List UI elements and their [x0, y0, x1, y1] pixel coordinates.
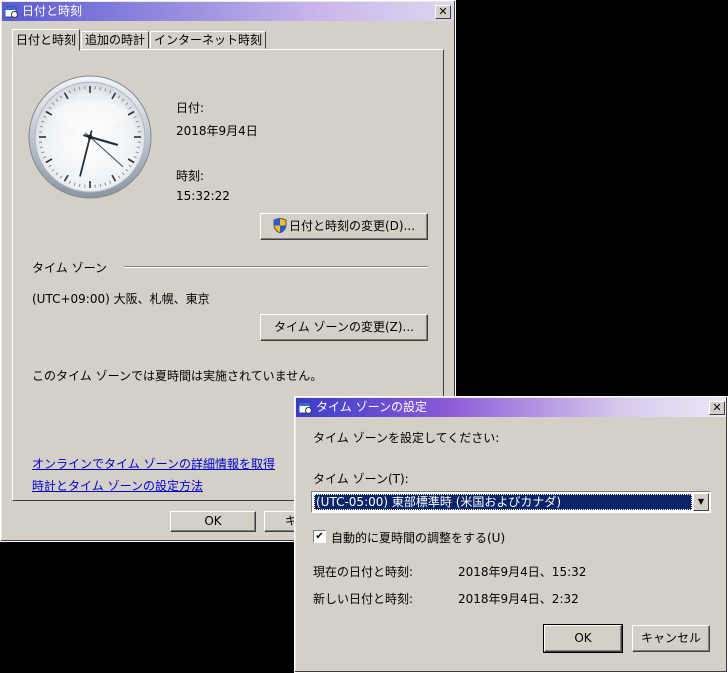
chevron-down-icon: ▼: [697, 497, 705, 506]
current-datetime-label: 現在の日付と時刻:: [313, 565, 414, 579]
window-title: 日付と時刻: [22, 4, 83, 18]
time-value: 15:32:22: [176, 189, 230, 203]
section-divider: [124, 266, 428, 268]
timezone-dialog: タイム ゾーンの設定 ✕ タイム ゾーンを設定してください: タイム ゾーン(T…: [294, 396, 728, 673]
tab-label: 日付と時刻: [16, 33, 77, 47]
timezone-section-label: タイム ゾーン: [32, 261, 107, 275]
dialog-title-bar[interactable]: タイム ゾーンの設定 ✕: [296, 398, 726, 417]
tab-additional-clocks[interactable]: 追加の時計: [81, 31, 150, 49]
calendar-clock-icon: [299, 402, 312, 414]
dialog-cancel-button[interactable]: キャンセル: [632, 625, 710, 652]
ok-label: OK: [574, 631, 592, 645]
close-button[interactable]: ✕: [435, 5, 451, 19]
calendar-clock-icon: [5, 6, 18, 18]
change-datetime-button[interactable]: 日付と時刻の変更(D)...: [260, 213, 428, 240]
tab-internet-time[interactable]: インターネット時刻: [150, 31, 267, 49]
close-icon: ✕: [438, 5, 448, 18]
tab-label: 追加の時計: [85, 33, 146, 47]
dst-checkbox[interactable]: ✔: [313, 530, 326, 543]
time-label: 時刻:: [176, 169, 205, 183]
timezone-select[interactable]: (UTC-05:00) 東部標準時 (米国およびカナダ) ▼: [311, 491, 711, 513]
change-timezone-label: タイム ゾーンの変更(Z)...: [273, 320, 414, 334]
cancel-label: キャンセル: [640, 631, 701, 645]
close-icon: ✕: [712, 401, 722, 414]
date-label: 日付:: [176, 101, 205, 115]
dst-checkbox-label[interactable]: 自動的に夏時間の調整をする(U): [331, 529, 505, 546]
title-bar[interactable]: 日付と時刻 ✕: [2, 2, 454, 21]
ok-button[interactable]: OK: [170, 511, 256, 532]
timezone-value: (UTC+09:00) 大阪、札幌、東京: [32, 292, 210, 306]
uac-shield-icon: [273, 217, 287, 234]
dialog-instruction: タイム ゾーンを設定してください:: [313, 431, 500, 445]
dialog-ok-button[interactable]: OK: [543, 624, 623, 653]
dst-note: このタイム ゾーンでは夏時間は実施されていません。: [32, 369, 323, 383]
timezone-field-label: タイム ゾーン(T):: [313, 472, 409, 486]
dialog-title: タイム ゾーンの設定: [316, 400, 427, 414]
ok-label: OK: [204, 514, 222, 528]
tab-label: インターネット時刻: [154, 33, 263, 47]
tab-date-time[interactable]: 日付と時刻: [12, 29, 81, 51]
checkmark-icon: ✔: [315, 531, 324, 542]
date-value: 2018年9月4日: [176, 124, 258, 138]
settings-help-link[interactable]: 時計とタイム ゾーンの設定方法: [32, 477, 203, 494]
dialog-close-button[interactable]: ✕: [709, 401, 725, 415]
current-datetime-value: 2018年9月4日、15:32: [458, 565, 587, 579]
change-datetime-label: 日付と時刻の変更(D)...: [288, 219, 416, 233]
dropdown-button[interactable]: ▼: [693, 493, 709, 511]
clock-center-pin: [87, 134, 93, 140]
new-datetime-value: 2018年9月4日、2:32: [458, 592, 579, 606]
change-timezone-button[interactable]: タイム ゾーンの変更(Z)...: [260, 314, 428, 341]
timezone-selected-value: (UTC-05:00) 東部標準時 (米国およびカナダ): [314, 494, 692, 510]
timezone-selected-text: (UTC-05:00) 東部標準時 (米国およびカナダ): [316, 495, 562, 509]
analog-clock: [28, 75, 152, 199]
new-datetime-label: 新しい日付と時刻:: [313, 592, 414, 606]
online-timezone-link[interactable]: オンラインでタイム ゾーンの詳細情報を取得: [32, 455, 275, 472]
